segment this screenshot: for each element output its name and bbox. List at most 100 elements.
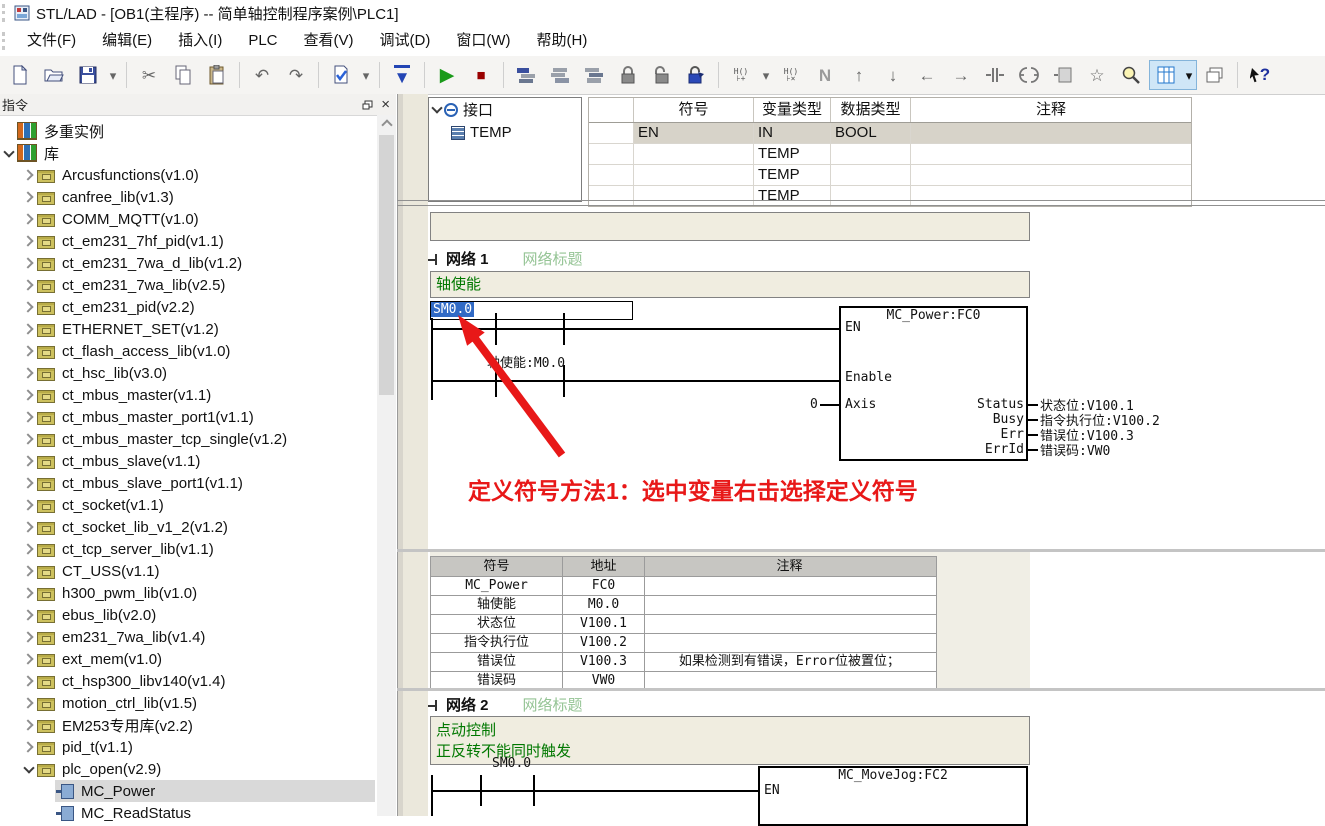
tree-expander-icon[interactable] xyxy=(20,457,37,465)
tree-item[interactable]: pid_t(v1.1) xyxy=(0,736,375,758)
copy-button[interactable] xyxy=(167,61,199,89)
interface-root-row[interactable]: 接口 xyxy=(429,98,581,121)
insert-coil-button[interactable] xyxy=(1013,61,1045,89)
tree-item[interactable]: ct_hsp300_libv140(v1.4) xyxy=(0,670,375,692)
tree-item[interactable]: ct_em231_7wa_d_lib(v1.2) xyxy=(0,252,375,274)
address-cell[interactable]: FC0 xyxy=(563,577,645,595)
insert-branch-dropdown[interactable]: ▾ xyxy=(759,61,773,89)
scrollbar-thumb[interactable] xyxy=(379,135,394,395)
tree-expander-icon[interactable] xyxy=(20,743,37,751)
data-type-cell[interactable] xyxy=(831,165,911,185)
symbol-cell[interactable]: 状态位 xyxy=(431,615,563,633)
symbol-cell[interactable] xyxy=(634,144,754,164)
tree-expander-icon[interactable] xyxy=(20,413,37,421)
tree-item[interactable]: ct_hsc_lib(v3.0) xyxy=(0,362,375,384)
cascade-windows-button[interactable] xyxy=(1199,61,1231,89)
tree-expander-icon[interactable] xyxy=(20,611,37,619)
tree-item[interactable]: ETHERNET_SET(v1.2) xyxy=(0,318,375,340)
insert-branch-button[interactable]: H() ⊦+ xyxy=(725,61,757,89)
symbol-row[interactable]: 错误位 V100.3 如果检测到有错误，Error位被置位； xyxy=(431,653,936,672)
comment-cell[interactable] xyxy=(911,165,1191,185)
redo-button[interactable]: ↷ xyxy=(280,61,312,89)
contact-bar[interactable] xyxy=(480,775,482,806)
symbol-row[interactable]: 指令执行位 V100.2 xyxy=(431,634,936,653)
address-cell[interactable]: V100.2 xyxy=(563,634,645,652)
new-file-button[interactable] xyxy=(4,61,36,89)
address-cell[interactable]: V100.1 xyxy=(563,615,645,633)
symbol-cell[interactable]: 指令执行位 xyxy=(431,634,563,652)
tree-expander-icon[interactable] xyxy=(20,523,37,531)
tree-expander-icon[interactable] xyxy=(20,545,37,553)
menu-item[interactable]: 文件(F) xyxy=(14,26,89,56)
unlock-button[interactable] xyxy=(646,61,678,89)
tree-expander-icon[interactable] xyxy=(20,171,37,179)
tree-item[interactable]: Arcusfunctions(v1.0) xyxy=(0,164,375,186)
variable-row[interactable]: TEMP xyxy=(589,186,1191,206)
contact-bar[interactable] xyxy=(533,775,535,806)
variable-row[interactable]: TEMP xyxy=(589,165,1191,186)
view-table-button[interactable] xyxy=(1150,62,1182,88)
comment-cell[interactable] xyxy=(911,144,1191,164)
toggle-negate-button[interactable]: N xyxy=(809,61,841,89)
tree-expander-icon[interactable] xyxy=(20,347,37,355)
tree-item[interactable]: ct_socket(v1.1) xyxy=(0,494,375,516)
symbol-cell[interactable] xyxy=(634,165,754,185)
tree-item[interactable]: em231_7wa_lib(v1.4) xyxy=(0,626,375,648)
menu-item[interactable]: 插入(I) xyxy=(165,26,235,56)
menu-item[interactable]: 查看(V) xyxy=(291,26,367,56)
compare-blocks-button[interactable] xyxy=(578,61,610,89)
favorites-button[interactable]: ☆ xyxy=(1081,61,1113,89)
variable-row[interactable]: EN IN BOOL xyxy=(589,123,1191,144)
tree-item[interactable]: h300_pwm_lib(v1.0) xyxy=(0,582,375,604)
tree-item[interactable]: 多重实例 xyxy=(0,120,375,142)
tree-item[interactable]: ct_mbus_slave_port1(v1.1) xyxy=(0,472,375,494)
symbol-cell[interactable]: 轴使能 xyxy=(431,596,563,614)
save-button[interactable] xyxy=(72,61,104,89)
tree-item[interactable]: EM253专用库(v2.2) xyxy=(0,714,375,736)
network2-contact-operand[interactable]: SM0.0 xyxy=(492,756,531,771)
tree-item[interactable]: MC_Power xyxy=(0,780,375,802)
network1-title-placeholder[interactable]: 网络标题 xyxy=(523,248,583,269)
var-type-cell[interactable]: TEMP xyxy=(754,186,831,206)
interface-expander-icon[interactable] xyxy=(429,104,444,115)
menu-item[interactable]: PLC xyxy=(235,26,290,56)
address-cell[interactable]: M0.0 xyxy=(563,596,645,614)
tree-item[interactable]: plc_open(v2.9) xyxy=(0,758,375,780)
insert-box-button[interactable] xyxy=(1047,61,1079,89)
symbol-cell[interactable]: EN xyxy=(634,123,754,143)
network1-comment[interactable]: 轴使能 xyxy=(430,271,1030,298)
tree-item[interactable]: ct_em231_7wa_lib(v2.5) xyxy=(0,274,375,296)
view-table-dropdown[interactable]: ▾ xyxy=(1182,62,1196,88)
tree-item[interactable]: ct_mbus_master(v1.1) xyxy=(0,384,375,406)
data-type-cell[interactable] xyxy=(831,144,911,164)
tree-expander-icon[interactable] xyxy=(0,148,17,159)
float-panel-icon[interactable] xyxy=(362,100,373,110)
symbol-row[interactable]: MC_Power FC0 xyxy=(431,577,936,596)
tree-item[interactable]: ct_mbus_master_tcp_single(v1.2) xyxy=(0,428,375,450)
upload-blocks-button[interactable] xyxy=(510,61,542,89)
tree-expander-icon[interactable] xyxy=(20,325,37,333)
comment-cell[interactable] xyxy=(911,123,1191,143)
comment-cell[interactable] xyxy=(645,596,934,614)
menu-item[interactable]: 窗口(W) xyxy=(443,26,523,56)
data-type-cell[interactable]: BOOL xyxy=(831,123,911,143)
tree-expander-icon[interactable] xyxy=(20,677,37,685)
variable-row[interactable]: TEMP xyxy=(589,144,1191,165)
program-comment-box[interactable] xyxy=(430,212,1030,241)
network2-title-placeholder[interactable]: 网络标题 xyxy=(523,694,583,715)
address-cell[interactable]: V100.3 xyxy=(563,653,645,671)
tree-expander-icon[interactable] xyxy=(20,303,37,311)
paste-button[interactable] xyxy=(201,61,233,89)
symbol-row[interactable]: 轴使能 M0.0 xyxy=(431,596,936,615)
tree-item[interactable]: ext_mem(v1.0) xyxy=(0,648,375,670)
tree-item[interactable]: COMM_MQTT(v1.0) xyxy=(0,208,375,230)
network-collapse-icon[interactable] xyxy=(428,699,440,711)
tree-expander-icon[interactable] xyxy=(20,435,37,443)
symbol-cell[interactable]: MC_Power xyxy=(431,577,563,595)
cut-button[interactable]: ✂ xyxy=(133,61,165,89)
comment-cell[interactable]: 如果检测到有错误，Error位被置位； xyxy=(645,653,934,671)
tree-expander-icon[interactable] xyxy=(20,281,37,289)
undo-button[interactable]: ↶ xyxy=(246,61,278,89)
axis-value[interactable]: 0 xyxy=(810,397,818,412)
stop-button[interactable]: ■ xyxy=(465,61,497,89)
